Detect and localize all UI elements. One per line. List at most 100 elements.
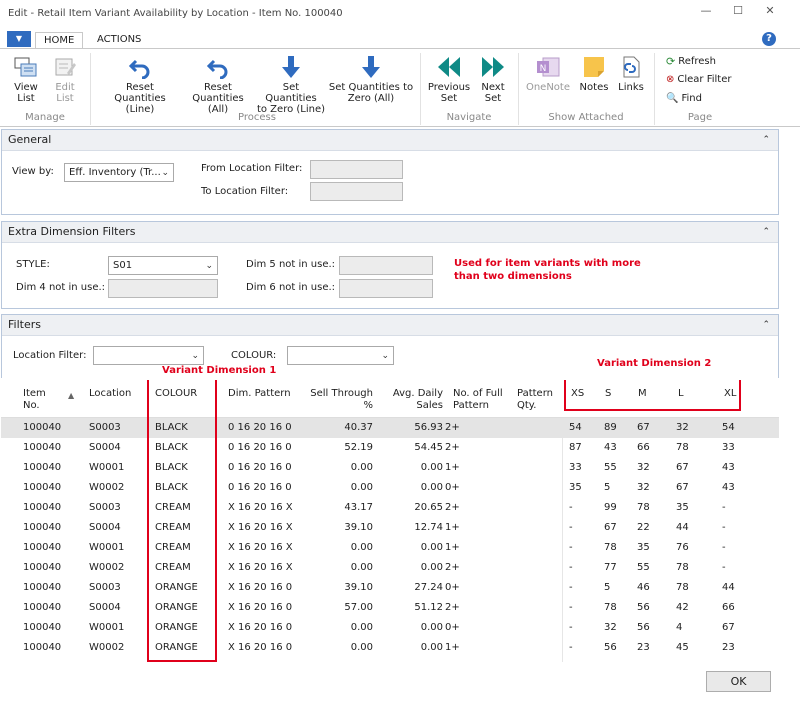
- table-row[interactable]: 100040 S0003 ORANGE X 16 20 16 0 39.10 27.24 0…: [1, 578, 779, 598]
- cell-item[interactable]: 100040: [23, 422, 61, 433]
- table-row[interactable]: 100040 W0001 BLACK 0 16 20 16 0 0.00 0.00 1+ 33…: [1, 458, 779, 478]
- cell-loc[interactable]: S0003: [89, 502, 121, 513]
- find-button[interactable]: 🔍 Find: [666, 93, 702, 104]
- from-location-field[interactable]: [310, 160, 403, 179]
- tab-actions[interactable]: ACTIONS: [89, 32, 149, 49]
- dim6-field[interactable]: [339, 279, 433, 298]
- tab-home[interactable]: HOME: [35, 32, 84, 49]
- cell-loc[interactable]: W0002: [89, 562, 124, 573]
- maximize-button[interactable]: ☐: [726, 4, 750, 22]
- set-quantities-zero-all-button[interactable]: Set Quantities to Zero (All): [328, 55, 414, 104]
- col-pattern-qty[interactable]: Pattern Qty.: [517, 388, 553, 412]
- table-row[interactable]: 100040 S0004 BLACK 0 16 20 16 0 52.19 54.45 2+…: [1, 438, 779, 458]
- collapse-chevron-icon[interactable]: ⌃: [762, 222, 770, 242]
- cell-full: 2+: [445, 602, 460, 613]
- extra-dimension-section: Extra Dimension Filters ⌃ STYLE: S01 ⌄ Dim…: [1, 221, 779, 309]
- cell-item[interactable]: 100040: [23, 622, 61, 633]
- minimize-button[interactable]: —: [694, 4, 718, 22]
- find-icon: 🔍: [666, 93, 679, 104]
- view-by-select[interactable]: Eff. Inventory (Tr... ⌄: [64, 163, 174, 182]
- dim4-field[interactable]: [108, 279, 218, 298]
- col-full-pattern[interactable]: No. of Full Pattern: [453, 388, 503, 412]
- cell-item[interactable]: 100040: [23, 602, 61, 613]
- col-dim-pattern[interactable]: Dim. Pattern: [228, 388, 291, 400]
- onenote-button[interactable]: N OneNote: [524, 55, 572, 93]
- next-set-button[interactable]: Next Set: [474, 55, 512, 104]
- cell-item[interactable]: 100040: [23, 562, 61, 573]
- table-row[interactable]: 100040 W0001 CREAM X 16 20 16 X 0.00 0.00 1+ -7…: [1, 538, 779, 558]
- cell-l: 67: [676, 482, 689, 493]
- down-arrow-icon: [282, 56, 300, 78]
- sort-ascending-icon: ▲: [68, 391, 75, 400]
- cell-item[interactable]: 100040: [23, 442, 61, 453]
- table-row[interactable]: 100040 W0001 ORANGE X 16 20 16 0 0.00 0.00 0+ -…: [1, 618, 779, 638]
- table-row[interactable]: 100040 S0004 ORANGE X 16 20 16 0 57.00 51.12 2…: [1, 598, 779, 618]
- cell-l: 78: [676, 562, 689, 573]
- cell-pattern: 0 16 20 16 0: [228, 442, 292, 453]
- cell-full: 1+: [445, 462, 460, 473]
- collapse-chevron-icon[interactable]: ⌃: [762, 315, 770, 335]
- cell-avg: 0.00: [420, 622, 443, 633]
- table-row[interactable]: 100040 S0004 CREAM X 16 20 16 X 39.10 12.74 1+…: [1, 518, 779, 538]
- cell-avg: 0.00: [420, 542, 443, 553]
- filters-header[interactable]: Filters ⌃: [2, 315, 778, 336]
- cell-l: 32: [676, 422, 689, 433]
- chevron-down-icon: ⌄: [205, 261, 213, 271]
- collapse-chevron-icon[interactable]: ⌃: [762, 130, 770, 150]
- clear-filter-button[interactable]: ⊗ Clear Filter: [666, 74, 732, 85]
- table-row[interactable]: 100040 W0002 CREAM X 16 20 16 X 0.00 0.00 2+ -7…: [1, 558, 779, 578]
- colour-filter-select[interactable]: ⌄: [287, 346, 394, 365]
- extra-dimension-header[interactable]: Extra Dimension Filters ⌃: [2, 222, 778, 243]
- cell-item[interactable]: 100040: [23, 642, 61, 653]
- reset-quantities-all-button[interactable]: Reset Quantities (All): [182, 55, 254, 115]
- cell-loc[interactable]: S0004: [89, 602, 121, 613]
- table-row[interactable]: 100040 S0003 CREAM X 16 20 16 X 43.17 20.65 2+…: [1, 498, 779, 518]
- links-button[interactable]: Links: [614, 55, 648, 93]
- cell-loc[interactable]: W0001: [89, 462, 124, 473]
- help-icon[interactable]: ?: [762, 32, 776, 46]
- cell-loc[interactable]: W0001: [89, 622, 124, 633]
- notes-button[interactable]: Notes: [576, 55, 612, 93]
- cell-item[interactable]: 100040: [23, 462, 61, 473]
- cell-s: 67: [604, 522, 617, 533]
- cell-item[interactable]: 100040: [23, 542, 61, 553]
- close-button[interactable]: ✕: [758, 4, 782, 22]
- cell-xl: 66: [722, 602, 735, 613]
- cell-loc[interactable]: W0002: [89, 642, 124, 653]
- previous-set-button[interactable]: Previous Set: [426, 55, 472, 104]
- col-location[interactable]: Location: [89, 388, 131, 400]
- ok-button[interactable]: OK: [706, 671, 771, 692]
- cell-s: 43: [604, 442, 617, 453]
- cell-loc[interactable]: S0003: [89, 582, 121, 593]
- col-item-no[interactable]: Item No.: [23, 388, 46, 412]
- general-header[interactable]: General ⌃: [2, 130, 778, 151]
- cell-m: 67: [637, 422, 650, 433]
- style-select[interactable]: S01 ⌄: [108, 256, 218, 275]
- location-filter-select[interactable]: ⌄: [93, 346, 204, 365]
- edit-list-button[interactable]: Edit List: [47, 55, 83, 104]
- dim5-field[interactable]: [339, 256, 433, 275]
- cell-loc[interactable]: S0003: [89, 422, 121, 433]
- view-list-button[interactable]: View List: [7, 55, 45, 104]
- table-row[interactable]: 100040 S0003 BLACK 0 16 20 16 0 40.37 56.93 2+…: [1, 418, 779, 438]
- cell-loc[interactable]: W0002: [89, 482, 124, 493]
- reset-quantities-line-button[interactable]: Reset Quantities (Line): [100, 55, 180, 115]
- cell-item[interactable]: 100040: [23, 522, 61, 533]
- table-row[interactable]: 100040 W0002 ORANGE X 16 20 16 0 0.00 0.00 1+ -…: [1, 638, 779, 658]
- cell-item[interactable]: 100040: [23, 582, 61, 593]
- refresh-button[interactable]: ⟳ Refresh: [666, 55, 716, 68]
- cell-loc[interactable]: S0004: [89, 442, 121, 453]
- filters-section: Filters ⌃ Location Filter: ⌄ COLOUR: ⌄ Va…: [1, 314, 779, 378]
- from-location-label: From Location Filter:: [201, 163, 303, 174]
- to-location-field[interactable]: [310, 182, 403, 201]
- col-sell-through[interactable]: Sell Through%: [301, 388, 373, 412]
- cell-item[interactable]: 100040: [23, 502, 61, 513]
- set-quantities-zero-line-button[interactable]: Set Quantities to Zero (Line): [256, 55, 326, 115]
- group-label-navigate: Navigate: [446, 112, 492, 123]
- col-avg-daily-sales[interactable]: Avg. Daily Sales: [389, 388, 443, 412]
- table-row[interactable]: 100040 W0002 BLACK 0 16 20 16 0 0.00 0.00 0+ 35…: [1, 478, 779, 498]
- cell-item[interactable]: 100040: [23, 482, 61, 493]
- cell-loc[interactable]: W0001: [89, 542, 124, 553]
- cell-loc[interactable]: S0004: [89, 522, 121, 533]
- ribbon-menu-button[interactable]: ▼: [7, 31, 31, 47]
